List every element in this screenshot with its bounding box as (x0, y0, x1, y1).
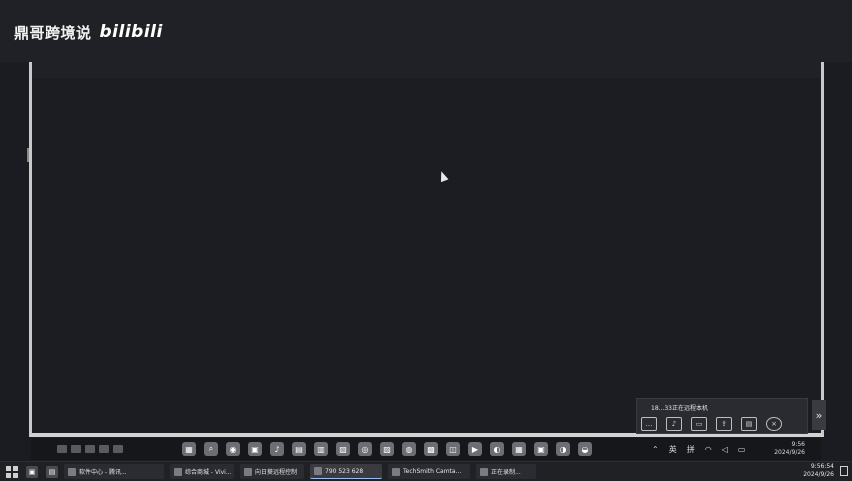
app-grid-icon[interactable]: ▦ (182, 442, 196, 456)
app-icon[interactable]: ▧ (336, 442, 350, 456)
search-icon[interactable]: ⌕ (204, 442, 218, 456)
remote-control-panel: 18...33正在远程本机 … ♪ ▭ ⇪ ▤ × (636, 398, 808, 434)
taskbar-item[interactable]: 综合商城 - Vivi... (170, 464, 234, 479)
taskbar-item-label: 软件中心 - 腾讯... (79, 469, 127, 476)
side-panel-toggle[interactable]: » (812, 400, 826, 430)
taskbar-item[interactable]: 软件中心 - 腾讯... (64, 464, 164, 479)
remote-taskbar: ▦ ⌕ ◉ ▣ ♪ ▤ ▥ ▧ ◎ ▨ ◍ ▩ ◫ ▶ ◐ ▦ ▣ ◑ ◒ ⌃ … (31, 438, 821, 460)
app-icon[interactable]: ▨ (380, 442, 394, 456)
app-icon[interactable]: ◐ (490, 442, 504, 456)
remote-clock[interactable]: 9:56 2024/9/26 (774, 441, 805, 457)
app-icon[interactable]: ▣ (248, 442, 262, 456)
channel-watermark: 鼎哥跨境说 bilibili (14, 20, 163, 44)
close-icon[interactable]: × (766, 417, 782, 431)
wifi-icon[interactable]: ◠ (705, 445, 712, 454)
taskbar-item-label: 综合商城 - Vivi... (185, 469, 232, 476)
app-icon (174, 467, 182, 476)
app-icon[interactable]: ▦ (512, 442, 526, 456)
app-icon[interactable]: ◍ (402, 442, 416, 456)
toolbar-icon[interactable] (71, 445, 81, 453)
app-icon[interactable]: ▥ (314, 442, 328, 456)
app-icon[interactable]: ◫ (446, 442, 460, 456)
app-icon[interactable]: ▤ (46, 465, 58, 478)
taskbar-item-label: 正在录制... (491, 469, 521, 476)
play-icon[interactable]: ▶ (468, 442, 482, 456)
app-icon[interactable]: ◑ (556, 442, 570, 456)
app-icon (480, 467, 488, 476)
remote-window-titlebar (32, 62, 821, 78)
host-taskbar: ▣ ▤ 软件中心 - 腾讯... 综合商城 - Vivi... 向日葵远程控制 … (0, 461, 852, 481)
taskbar-item[interactable]: 790 523 628 (310, 464, 382, 479)
app-icon[interactable]: ◒ (578, 442, 592, 456)
ime-mode-indicator[interactable]: 拼 (687, 444, 695, 455)
toolbar-icon[interactable] (99, 445, 109, 453)
browser-icon[interactable]: ◉ (226, 442, 240, 456)
app-icon[interactable]: ▣ (534, 442, 548, 456)
app-icon[interactable]: ▤ (292, 442, 306, 456)
chat-icon[interactable]: … (641, 417, 657, 431)
screen-share-icon[interactable]: ▭ (691, 417, 707, 431)
app-icon (314, 467, 322, 475)
app-icon (68, 467, 76, 476)
taskbar-item[interactable]: 向日葵远程控制 (240, 464, 304, 479)
remote-status-text: 18...33正在远程本机 (651, 405, 708, 412)
bilibili-logo: bilibili (99, 22, 163, 42)
taskbar-item[interactable]: 正在录制... (476, 464, 536, 479)
app-icon (392, 467, 400, 476)
channel-name: 鼎哥跨境说 (14, 23, 92, 42)
toolbar-icon[interactable] (113, 445, 123, 453)
taskbar-item-label: 向日葵远程控制 (255, 469, 298, 476)
tray-chevron-icon[interactable]: ⌃ (652, 445, 659, 454)
battery-icon[interactable]: ▭ (738, 445, 746, 454)
taskbar-item-label: TechSmith Camta... (403, 468, 462, 475)
microphone-icon[interactable]: ♪ (666, 417, 682, 431)
toolbar-icon[interactable] (85, 445, 95, 453)
app-icon[interactable]: ▩ (424, 442, 438, 456)
notification-icon[interactable] (840, 466, 848, 476)
remote-desktop-window[interactable] (29, 62, 824, 437)
windows-start-icon[interactable] (6, 465, 18, 478)
remote-clock-time: 9:56 (791, 441, 805, 448)
remote-clock-date: 2024/9/26 (774, 449, 805, 456)
host-clock-time: 9:56:54 (810, 463, 834, 470)
volume-icon[interactable]: ◁ (722, 445, 728, 454)
tiktok-icon[interactable]: ♪ (270, 442, 284, 456)
host-clock-date: 2024/9/26 (803, 471, 834, 478)
file-transfer-icon[interactable]: ⇪ (716, 417, 732, 431)
taskbar-item-label: 790 523 628 (325, 467, 364, 475)
folder-icon[interactable]: ▤ (741, 417, 757, 431)
chrome-icon[interactable]: ◎ (358, 442, 372, 456)
app-icon[interactable]: ▣ (26, 465, 38, 478)
app-icon (244, 467, 252, 476)
taskbar-item[interactable]: TechSmith Camta... (388, 464, 470, 479)
remote-start-icon[interactable] (57, 445, 67, 453)
ime-indicator[interactable]: 英 (669, 444, 677, 455)
outer-top-bar: 鼎哥跨境说 bilibili (0, 0, 852, 62)
host-clock[interactable]: 9:56:54 2024/9/26 (803, 463, 834, 479)
